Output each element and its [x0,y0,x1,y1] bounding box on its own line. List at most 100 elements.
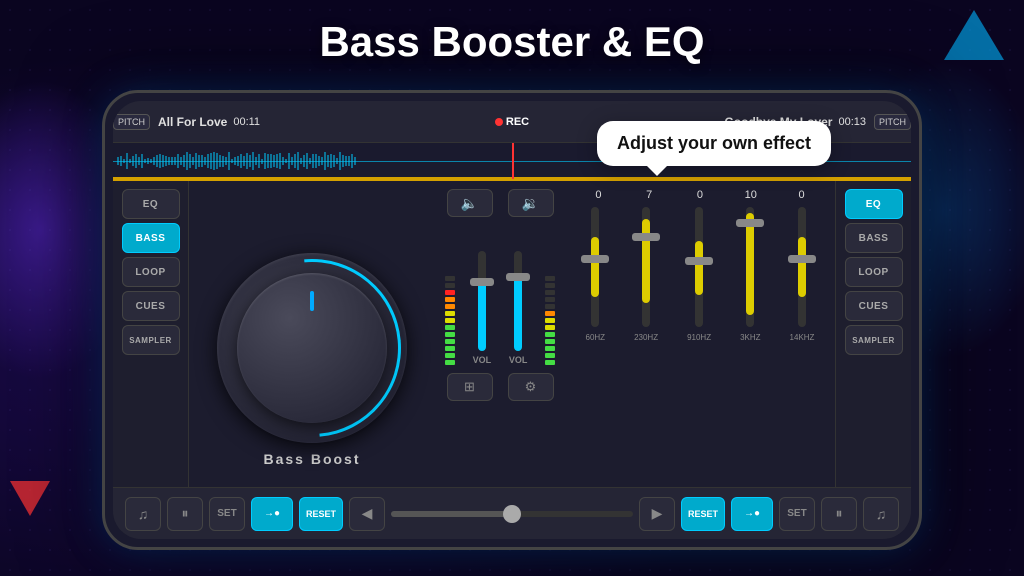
vu-meter-left [445,235,455,365]
progress-thumb[interactable] [503,505,521,523]
waveform-bar [315,154,317,168]
pitch-btn-right[interactable]: PITCH [874,114,911,130]
vu-bar [545,318,555,323]
pause-btn-left[interactable]: ⏸ [167,497,203,531]
waveform-bars-left [117,147,508,175]
waveform-bar [162,155,164,168]
waveform-bar [150,159,152,164]
eq-track-14khz[interactable] [798,207,806,327]
vol-icon-left[interactable]: 🔈 [447,189,493,217]
arrow-rec-left[interactable]: →● [251,497,293,531]
waveform-bar [288,153,290,169]
eq-freq-14khz: 14KHZ [790,333,815,342]
vol-thumb-right[interactable] [506,273,530,281]
eq-thumb-14khz[interactable] [788,255,816,263]
waveform-bar [171,157,173,165]
waveform-bar [120,156,122,166]
waveform-bar [192,157,194,165]
playhead [512,143,514,179]
set-btn-right[interactable]: SET [779,497,815,531]
waveform-bar [297,152,299,169]
eq-track-60hz[interactable] [591,207,599,327]
page-title: Bass Booster & EQ [319,18,704,66]
cues-btn-right[interactable]: CUES [845,291,903,321]
vu-bar [445,332,455,337]
middle-section: 🔈 🔉 [435,181,565,539]
waveform-bar [231,159,233,163]
knob-container[interactable] [217,253,407,443]
sampler-btn-right[interactable]: SAMPLER [845,325,903,355]
track-name-left: All For Love [158,115,227,129]
music-note-left[interactable]: ♫ [125,497,161,531]
eq-thumb-60hz[interactable] [581,255,609,263]
music-note-right[interactable]: ♫ [863,497,899,531]
vol-track-right[interactable] [514,251,522,351]
waveform-bar [324,152,326,169]
grid-icon-btn[interactable]: ⊞ [447,373,493,401]
eq-btn-left[interactable]: EQ [122,189,180,219]
vol-icon-right[interactable]: 🔉 [508,189,554,217]
waveform-bar [126,153,128,168]
vol-slider-right: VOL [509,235,528,365]
eq-thumb-910hz[interactable] [685,257,713,265]
bass-btn-right[interactable]: BASS [845,223,903,253]
vol-icons-row: 🔈 🔉 [439,189,561,217]
eq-track-910hz[interactable] [695,207,703,327]
waveform-bar [249,155,251,167]
pitch-btn-left[interactable]: PITCH [113,114,150,130]
vu-bar [445,297,455,302]
vu-bar [545,311,555,316]
rec-button[interactable]: REC [495,116,529,128]
waveform-bar [336,158,338,163]
phone-frame: Adjust your own effect PITCH All For Lov… [102,90,922,550]
waveform-bar [135,154,137,168]
waveform-bar [141,154,143,167]
vol-thumb-left[interactable] [470,278,494,286]
settings-icon-btn[interactable]: ⚙ [508,373,554,401]
waveform-bar [201,155,203,168]
loop-btn-right[interactable]: LOOP [845,257,903,287]
reset-btn-right[interactable]: RESET [681,497,725,531]
waveform-bar [168,157,170,165]
vu-bar [445,360,455,365]
waveform-bar [225,157,227,166]
waveform-bar [273,155,275,167]
reset-btn-left[interactable]: RESET [299,497,343,531]
vu-bar [445,283,455,288]
prev-btn[interactable]: ◀ [349,497,385,531]
eq-freq-60hz: 60HZ [586,333,606,342]
waveform-bar [261,159,263,164]
progress-bar[interactable] [391,511,633,517]
bass-btn-left[interactable]: BASS [122,223,180,253]
waveform-bar [300,158,302,165]
waveform-bar [186,152,188,170]
waveform-bar [156,155,158,167]
waveform-bar [222,156,224,167]
waveform-bar [117,157,119,165]
arrow-rec-right[interactable]: →● [731,497,773,531]
center-area: Bass Boost [189,181,435,539]
pause-btn-right[interactable]: ⏸ [821,497,857,531]
eq-track-3khz[interactable] [746,207,754,327]
waveform-bar [321,157,323,164]
cues-btn-left[interactable]: CUES [122,291,180,321]
waveform-bar [291,157,293,164]
waveform-bar [339,152,341,170]
eq-fill-60hz [591,237,599,297]
vu-bar [545,325,555,330]
loop-btn-left[interactable]: LOOP [122,257,180,287]
waveform-bar [279,153,281,170]
vol-track-left[interactable] [478,251,486,351]
track-time-right: 00:13 [838,116,866,128]
sampler-btn-left[interactable]: SAMPLER [122,325,180,355]
eq-slider-60hz: 60HZ [586,207,606,342]
next-btn[interactable]: ▶ [639,497,675,531]
waveform-bar [219,155,221,168]
eq-thumb-3khz[interactable] [736,219,764,227]
eq-btn-right[interactable]: EQ [845,189,903,219]
eq-thumb-230hz[interactable] [632,233,660,241]
set-btn-left[interactable]: SET [209,497,245,531]
rec-dot [495,118,503,126]
waveform-bar [354,157,356,165]
eq-track-230hz[interactable] [642,207,650,327]
